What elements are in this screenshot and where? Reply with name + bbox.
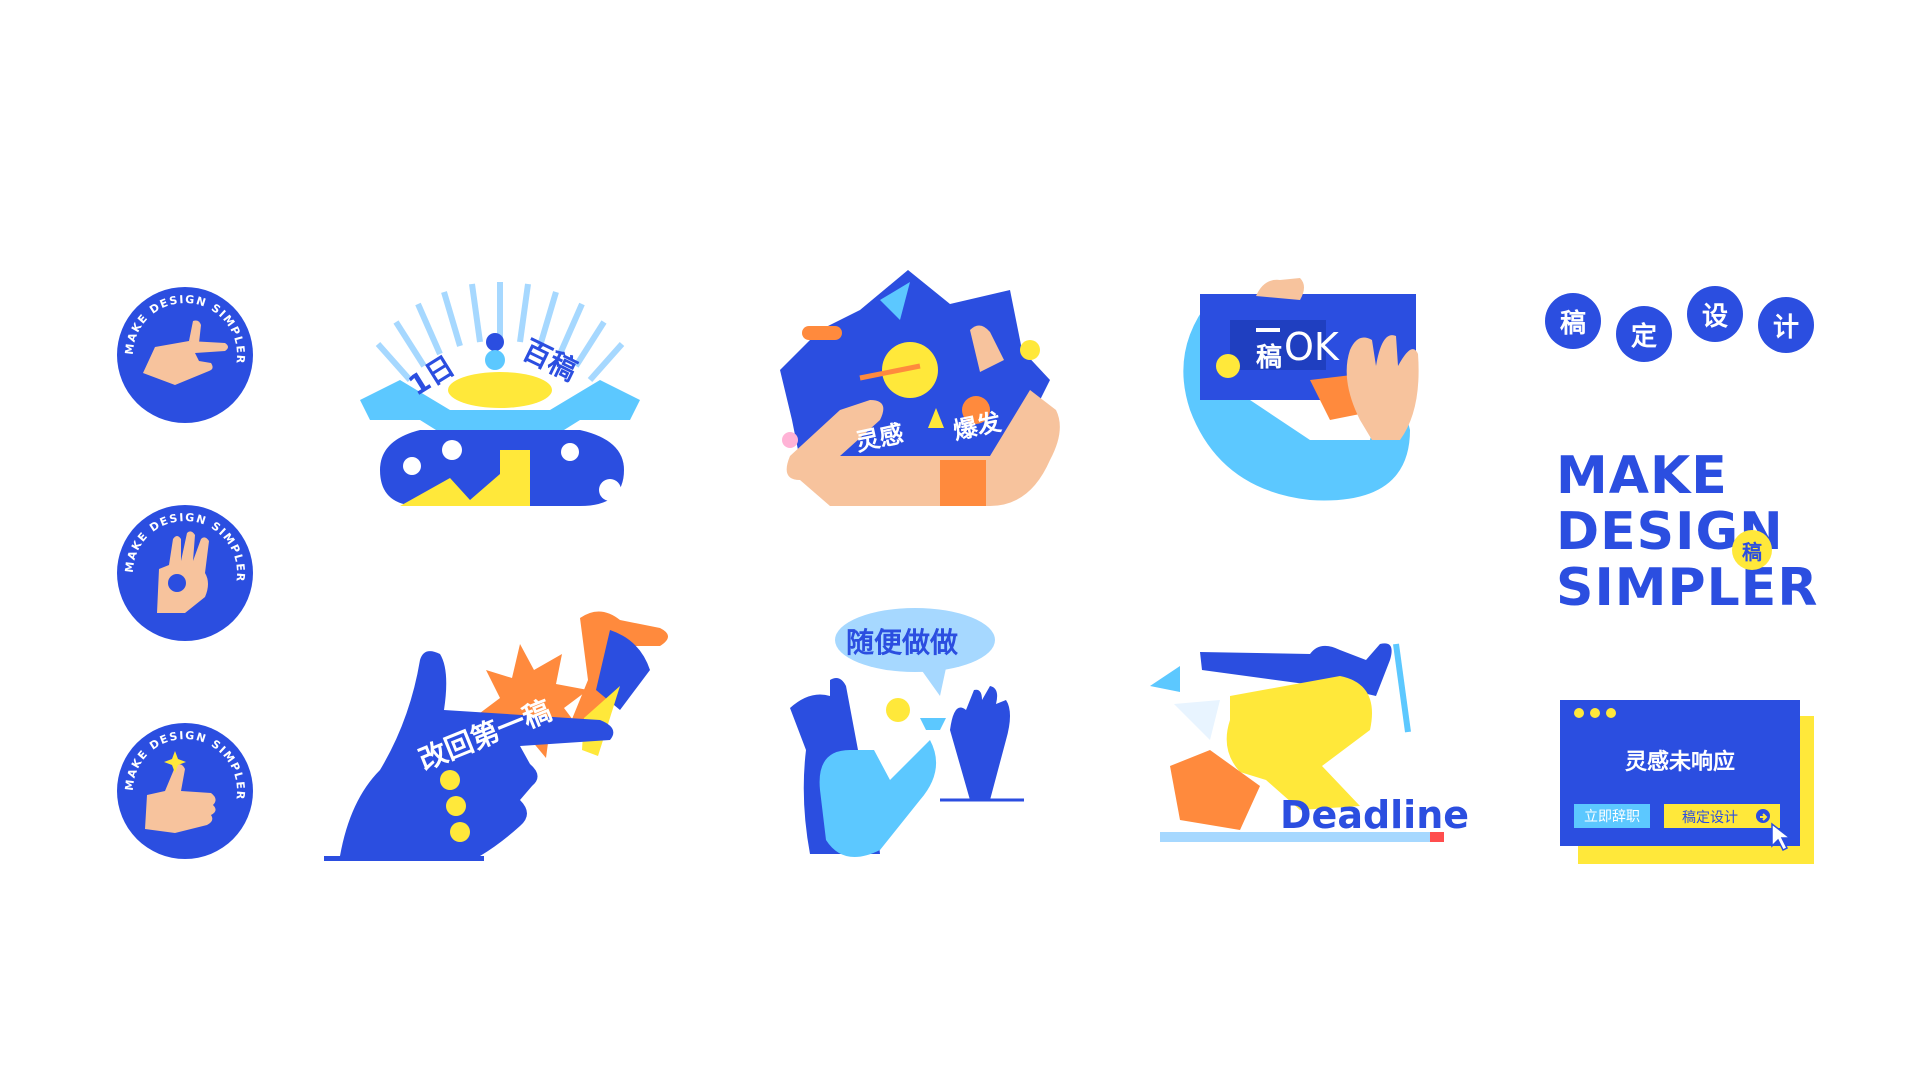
deadline-text: Deadline xyxy=(1280,793,1469,837)
slogan-line-simpler: SIMPLER xyxy=(1556,558,1819,618)
slogan-stamp: 稿 xyxy=(1732,530,1772,570)
brand-circle-she: 设 xyxy=(1687,286,1743,342)
resign-button[interactable]: 立即辞职 xyxy=(1574,804,1650,828)
brand-circle-ding: 定 xyxy=(1616,306,1672,362)
confirm-button-wrap[interactable]: 稿定设计 xyxy=(1664,804,1780,828)
badge-ok: MAKE DESIGN SIMPLER xyxy=(117,505,253,641)
brand-circle-text: 设 xyxy=(1701,301,1728,332)
sticker-inspiration: 灵感 爆发 xyxy=(780,270,1060,506)
badge-point: MAKE DESIGN SIMPLER xyxy=(117,287,253,423)
dialog-window: 灵感未响应 立即辞职 稿定设计 xyxy=(1560,700,1800,846)
slogan-stamp-text: 稿 xyxy=(1742,539,1762,564)
sticker-casual: 随便做做 xyxy=(790,608,1024,858)
window-dot xyxy=(1574,708,1584,718)
ok-text: OK xyxy=(1284,325,1340,369)
sticker-ok: 稿 OK xyxy=(1183,278,1419,501)
brand-circle-text: 稿 xyxy=(1559,308,1586,339)
dash-mark xyxy=(1256,328,1280,332)
dialog-message: 灵感未响应 xyxy=(1624,750,1735,775)
cursor-icon xyxy=(1771,822,1793,852)
arrow-right-icon xyxy=(1756,809,1770,823)
window-dot xyxy=(1590,708,1600,718)
confirm-button-label: 稿定设计 xyxy=(1682,810,1738,826)
brand-circle-text: 定 xyxy=(1630,321,1657,352)
brand-circle-gao: 稿 xyxy=(1545,293,1601,349)
sticker-hundred-drafts: 1日 百稿 xyxy=(360,282,640,506)
sticker-revert: 改回第一稿 xyxy=(324,611,668,861)
brand-circle-ji: 计 xyxy=(1758,297,1814,353)
badge-thumbs-up: MAKE DESIGN SIMPLER xyxy=(117,723,253,859)
sticker-deadline: Deadline xyxy=(1150,643,1469,842)
slogan-line-make: MAKE xyxy=(1556,446,1728,506)
brand-circle-text: 计 xyxy=(1772,312,1799,343)
window-dot xyxy=(1606,708,1616,718)
casual-bubble-text: 随便做做 xyxy=(846,626,958,659)
ok-gao-text: 稿 xyxy=(1256,342,1282,373)
